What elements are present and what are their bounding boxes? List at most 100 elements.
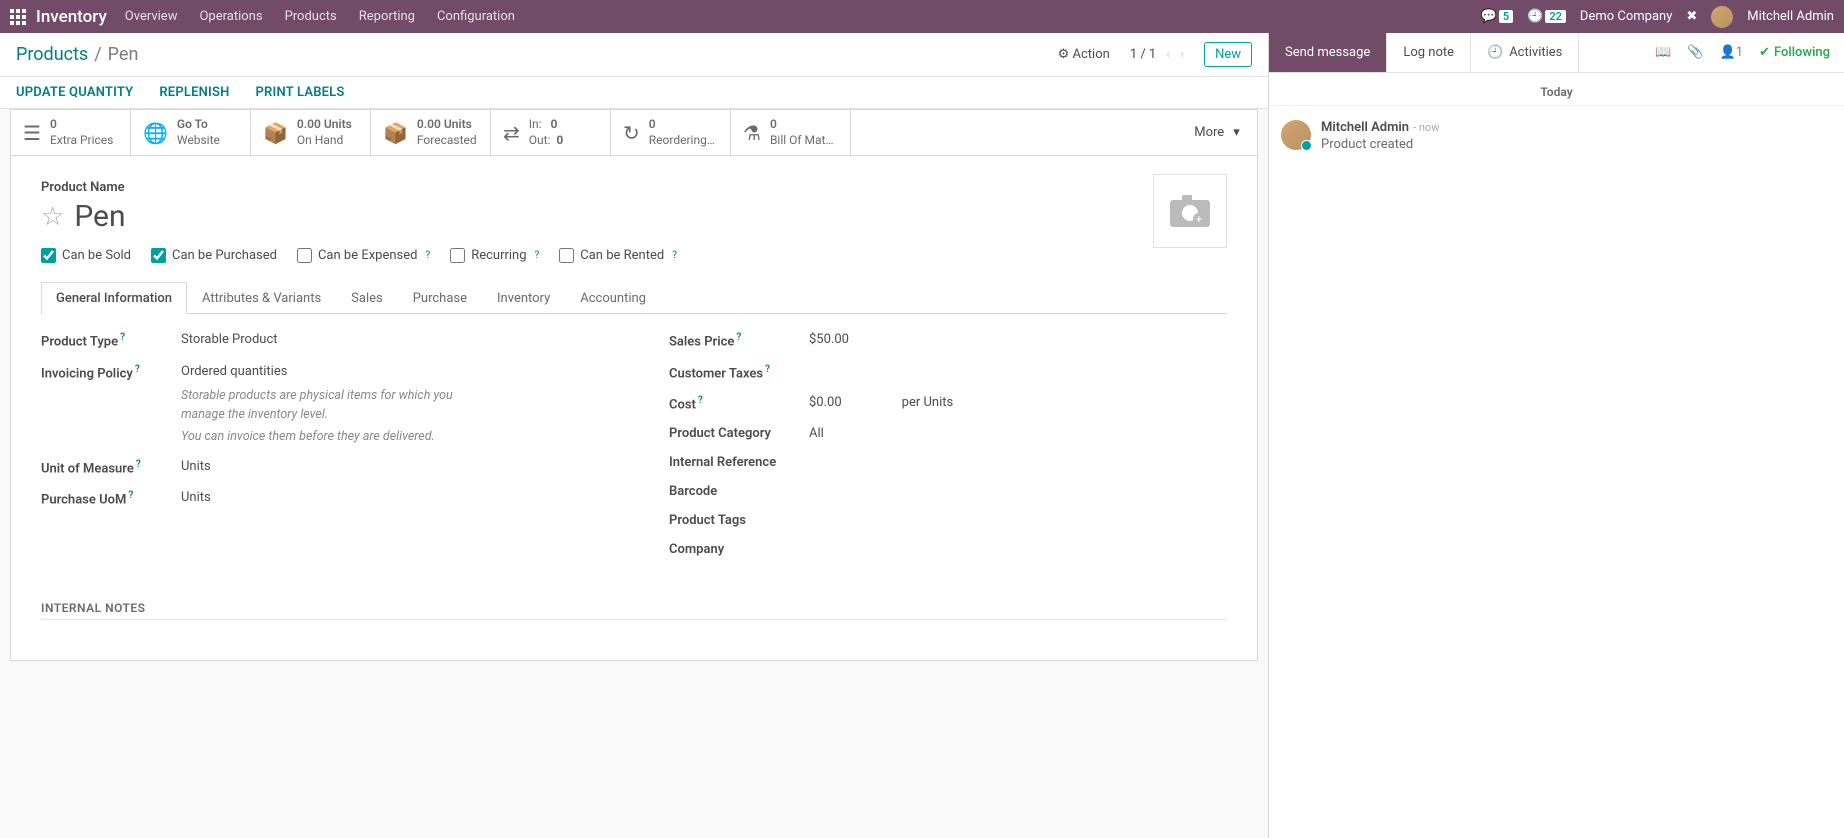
log-avatar[interactable]	[1281, 120, 1311, 150]
action-menu[interactable]: ⚙ Action	[1058, 47, 1110, 62]
breadcrumb: Products/Pen	[16, 44, 138, 65]
cost-value[interactable]: $0.00per Units	[809, 395, 1227, 412]
pager-next[interactable]: ›	[1180, 47, 1184, 62]
stat-reordering[interactable]: ↻0Reordering…	[611, 110, 731, 155]
new-button[interactable]: New	[1204, 42, 1252, 67]
user-avatar[interactable]	[1711, 6, 1733, 28]
log-date-separator: Today	[1269, 73, 1844, 106]
chatter-toolbar: Send message Log note 🕘Activities 📖 📎 👤1…	[1269, 33, 1844, 73]
can-be-expensed[interactable]: Can be Expensed?	[297, 248, 430, 263]
menu-reporting[interactable]: Reporting	[359, 9, 415, 24]
product-type-label: Product Type?	[41, 332, 181, 349]
stat-in-out[interactable]: ⇄In: 0Out: 0	[491, 110, 611, 155]
command-bar: UPDATE QUANTITY REPLENISH PRINT LABELS	[0, 77, 1268, 109]
boxes-icon: 📦	[383, 121, 408, 145]
can-be-sold[interactable]: Can be Sold	[41, 248, 131, 263]
invoicing-policy-label: Invoicing Policy?	[41, 364, 181, 381]
log-message: Product created	[1321, 137, 1439, 152]
customer-taxes-label: Customer Taxes?	[669, 364, 809, 381]
purchase-uom-value[interactable]: Units	[181, 490, 599, 507]
tab-inventory[interactable]: Inventory	[482, 282, 565, 314]
product-type-value[interactable]: Storable Product	[181, 332, 599, 349]
refresh-icon: ↻	[623, 121, 640, 145]
activities-icon[interactable]: 🕘22	[1527, 9, 1566, 24]
update-quantity-button[interactable]: UPDATE QUANTITY	[16, 85, 133, 100]
log-note-button[interactable]: Log note	[1387, 33, 1471, 72]
chatter-panel: Send message Log note 🕘Activities 📖 📎 👤1…	[1268, 33, 1844, 838]
tab-attributes[interactable]: Attributes & Variants	[187, 282, 336, 314]
page-header: Products/Pen ⚙ Action 1 / 1 ‹ › New	[0, 33, 1268, 77]
stat-on-hand[interactable]: 📦0.00 UnitsOn Hand	[251, 110, 371, 155]
boxes-icon: 📦	[263, 121, 288, 145]
clock-icon: 🕘	[1487, 45, 1503, 60]
company-label: Company	[669, 542, 809, 557]
user-name[interactable]: Mitchell Admin	[1747, 9, 1834, 24]
pager: 1 / 1 ‹ ›	[1130, 47, 1184, 62]
flask-icon: ⚗	[743, 121, 761, 145]
pager-prev[interactable]: ‹	[1166, 47, 1170, 62]
activities-button[interactable]: 🕘Activities	[1471, 33, 1579, 72]
stat-goto-website[interactable]: 🌐Go ToWebsite	[131, 110, 251, 155]
internal-ref-value[interactable]	[809, 455, 1227, 470]
menu-configuration[interactable]: Configuration	[437, 9, 515, 24]
replenish-button[interactable]: REPLENISH	[159, 85, 229, 100]
stat-buttons: ☰0Extra Prices 🌐Go ToWebsite 📦0.00 Units…	[10, 109, 1258, 156]
stat-forecasted[interactable]: 📦0.00 UnitsForecasted	[371, 110, 491, 155]
log-entry: Mitchell Admin - now Product created	[1269, 116, 1844, 156]
app-brand[interactable]: Inventory	[36, 7, 107, 27]
company-switcher[interactable]: Demo Company	[1580, 9, 1672, 24]
tab-sales[interactable]: Sales	[336, 282, 398, 314]
product-options: Can be Sold Can be Purchased Can be Expe…	[41, 248, 1227, 263]
can-be-purchased[interactable]: Can be Purchased	[151, 248, 277, 263]
messages-icon[interactable]: 💬5	[1481, 9, 1513, 24]
stat-more[interactable]: More ▾	[1177, 110, 1257, 155]
caret-down-icon: ▾	[1233, 125, 1240, 140]
barcode-label: Barcode	[669, 484, 809, 499]
tools-icon[interactable]: ✖	[1686, 9, 1697, 24]
sales-price-value[interactable]: $50.00	[809, 332, 1227, 349]
internal-notes-header: INTERNAL NOTES	[41, 601, 1227, 620]
breadcrumb-root[interactable]: Products	[16, 44, 88, 65]
breadcrumb-current: Pen	[108, 44, 139, 65]
print-labels-button[interactable]: PRINT LABELS	[256, 85, 345, 100]
list-icon: ☰	[23, 121, 41, 145]
invoicing-policy-value[interactable]: Ordered quantities	[181, 364, 599, 381]
uom-label: Unit of Measure?	[41, 459, 181, 476]
uom-value[interactable]: Units	[181, 459, 599, 476]
tags-label: Product Tags	[669, 513, 809, 528]
main-menu: Overview Operations Products Reporting C…	[125, 9, 515, 24]
sales-price-label: Sales Price?	[669, 332, 809, 349]
tab-purchase[interactable]: Purchase	[398, 282, 482, 314]
product-name[interactable]: Pen	[74, 199, 125, 234]
can-be-rented[interactable]: Can be Rented?	[559, 248, 677, 263]
tab-accounting[interactable]: Accounting	[565, 282, 661, 314]
internal-ref-label: Internal Reference	[669, 455, 809, 470]
category-value[interactable]: All	[809, 426, 1227, 441]
stat-bom[interactable]: ⚗0Bill Of Mat…	[731, 110, 851, 155]
product-name-label: Product Name	[41, 180, 1227, 195]
send-message-button[interactable]: Send message	[1269, 33, 1387, 72]
stat-extra-prices[interactable]: ☰0Extra Prices	[11, 110, 131, 155]
top-nav: Inventory Overview Operations Products R…	[0, 0, 1844, 33]
company-value[interactable]	[809, 542, 1227, 557]
menu-products[interactable]: Products	[285, 9, 337, 24]
attachment-icon[interactable]: 📎	[1687, 45, 1703, 60]
tab-general[interactable]: General Information	[41, 282, 187, 314]
customer-taxes-value[interactable]	[809, 364, 1227, 381]
log-author[interactable]: Mitchell Admin	[1321, 120, 1409, 135]
favorite-star[interactable]: ☆	[41, 202, 64, 232]
recurring[interactable]: Recurring?	[450, 248, 539, 263]
help-note-1: Storable products are physical items for…	[41, 387, 471, 425]
barcode-value[interactable]	[809, 484, 1227, 499]
svg-text:+: +	[1196, 213, 1202, 226]
form-tabs: General Information Attributes & Variant…	[41, 281, 1227, 314]
apps-icon[interactable]	[10, 9, 26, 25]
log-time: - now	[1413, 121, 1439, 134]
followers-count[interactable]: 👤1	[1720, 45, 1744, 60]
product-image[interactable]: +	[1153, 174, 1227, 248]
book-icon[interactable]: 📖	[1655, 45, 1671, 60]
menu-operations[interactable]: Operations	[199, 9, 262, 24]
following-button[interactable]: ✔ Following	[1759, 45, 1830, 60]
menu-overview[interactable]: Overview	[125, 9, 178, 24]
tags-value[interactable]	[809, 513, 1227, 528]
